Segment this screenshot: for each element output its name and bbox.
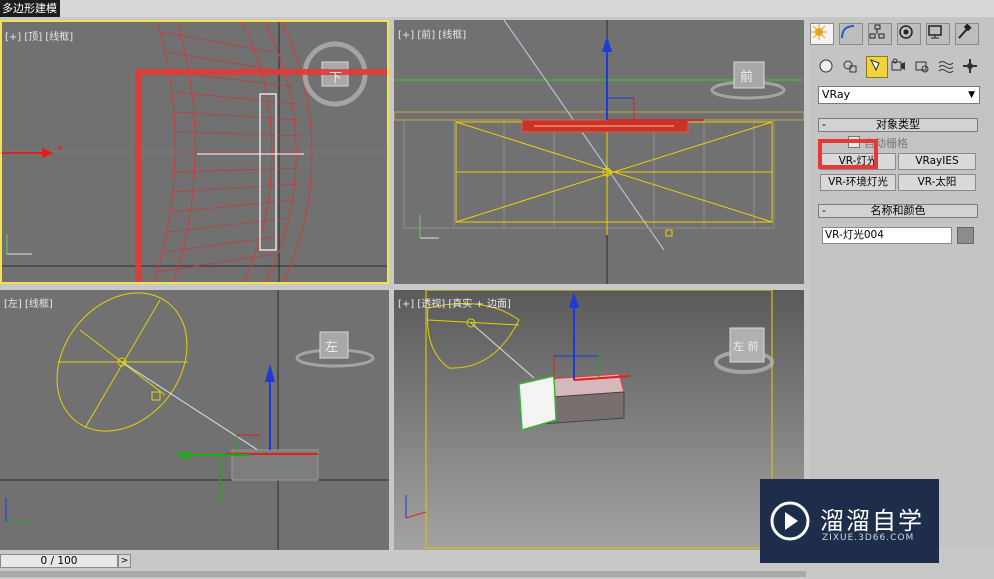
svg-text:x: x: [57, 143, 62, 152]
object-type-rollout[interactable]: - 对象类型: [818, 118, 978, 132]
play-logo-icon: [770, 501, 810, 541]
viewport-left-label[interactable]: [左] [线框]: [4, 295, 53, 310]
name-color-header: 名称和颜色: [870, 204, 926, 217]
object-type-header: 对象类型: [876, 118, 920, 131]
motion-icon[interactable]: [897, 23, 921, 45]
viewport-top-label[interactable]: [+] [顶] [线框]: [5, 28, 73, 43]
geometry-icon[interactable]: [818, 58, 838, 78]
time-slider[interactable]: 0 / 100: [0, 554, 118, 568]
shapes-icon[interactable]: [842, 58, 862, 78]
left-view-wireframe: [0, 290, 389, 550]
perspective-view-scene: [405, 290, 774, 549]
utilities-icon[interactable]: [955, 23, 979, 45]
watermark-logo: 溜溜自学 ZIXUE.3D66.COM: [760, 479, 939, 563]
object-color-swatch[interactable]: [957, 227, 974, 244]
viewport-front-label[interactable]: [+] [前] [线框]: [398, 26, 466, 41]
vr-sun-button[interactable]: VR-太阳: [898, 174, 976, 191]
viewport-front[interactable]: [+] [前] [线框] 前: [394, 20, 804, 284]
vr-light-highlight: [818, 139, 878, 169]
track-bar[interactable]: [0, 571, 806, 577]
next-frame-button[interactable]: >: [118, 554, 131, 568]
viewport-perspective[interactable]: [+] [透视] [真实 + 边面] 左 前: [394, 290, 804, 550]
create-icon[interactable]: [810, 23, 834, 45]
vr-ambient-light-button[interactable]: VR-环境灯光: [820, 174, 896, 191]
object-name-field[interactable]: VR-灯光004: [822, 227, 952, 244]
systems-icon[interactable]: [962, 58, 982, 78]
spacewarps-icon[interactable]: [938, 58, 958, 78]
viewport-left[interactable]: [左] [线框] 左: [0, 290, 389, 550]
viewcube-left-face[interactable]: 左: [325, 336, 338, 355]
collapse-icon: -: [822, 204, 826, 217]
command-panel: VRay ▼ - 对象类型 自动栅格 VR-灯光 VRayIES VR-环境灯光…: [810, 18, 994, 548]
viewcube-top-face[interactable]: 下: [329, 67, 342, 86]
viewcube-perspective-face[interactable]: 左 前: [733, 338, 759, 354]
window-title: 多边形建模: [0, 0, 60, 17]
lights-icon[interactable]: [866, 56, 888, 78]
renderer-dropdown[interactable]: VRay ▼: [818, 86, 980, 104]
watermark-title: 溜溜自学: [820, 507, 924, 535]
vrayies-button[interactable]: VRayIES: [898, 153, 976, 170]
collapse-icon: -: [822, 118, 826, 131]
hierarchy-icon[interactable]: [868, 23, 892, 45]
top-view-wireframe: x: [2, 22, 387, 282]
viewcube-front-face[interactable]: 前: [740, 66, 753, 85]
chevron-down-icon: ▼: [968, 90, 975, 100]
name-color-rollout[interactable]: - 名称和颜色: [818, 204, 978, 218]
display-icon[interactable]: [926, 23, 950, 45]
viewport-perspective-label[interactable]: [+] [透视] [真实 + 边面]: [398, 295, 511, 310]
front-view-wireframe: [394, 20, 804, 284]
modify-icon[interactable]: [839, 23, 863, 45]
viewport-top[interactable]: x [+] [顶] [线框] 下: [0, 20, 389, 284]
helpers-icon[interactable]: [914, 58, 934, 78]
watermark-url: ZIXUE.3D66.COM: [822, 533, 915, 543]
renderer-dropdown-value: VRay: [822, 88, 851, 101]
title-strip: [60, 0, 994, 17]
cameras-icon[interactable]: [890, 58, 910, 78]
